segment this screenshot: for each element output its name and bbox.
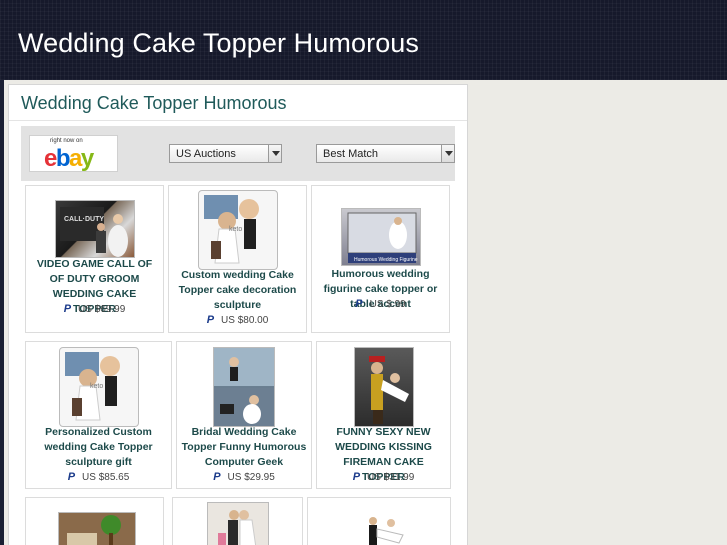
- svg-text:Humorous Wedding Figurine: Humorous Wedding Figurine: [354, 257, 418, 263]
- listing-card[interactable]: keto Custom wedding Cake Topper cake dec…: [168, 185, 307, 333]
- ebay-logo-link[interactable]: right now on ebay: [29, 135, 118, 172]
- dancing-couple-image: [369, 517, 404, 545]
- listing-title[interactable]: Personalized Custom wedding Cake Topper …: [30, 425, 167, 470]
- svg-text:keto: keto: [229, 226, 242, 233]
- listing-image[interactable]: keto: [59, 347, 139, 427]
- listing-price: US $29.95: [227, 472, 275, 483]
- listing-price-row: P US $31.99: [317, 471, 450, 483]
- listing-card[interactable]: Bridal Wedding Cake Topper Funny Humorou…: [176, 341, 312, 489]
- ebay-caption: right now on: [50, 138, 83, 144]
- listing-image[interactable]: [213, 347, 275, 427]
- bobblehead-couple-image: keto: [65, 352, 120, 421]
- listing-title[interactable]: Custom wedding Cake Topper cake decorati…: [173, 268, 302, 313]
- listing-price: US $80.00: [221, 315, 269, 326]
- ebay-logo: ebay: [44, 145, 94, 172]
- chevron-down-icon[interactable]: [441, 145, 454, 162]
- chevron-down-icon[interactable]: [268, 145, 281, 162]
- listing-price: US $.99: [369, 299, 406, 310]
- bobblehead-couple-image: keto: [204, 195, 259, 264]
- kissing-couple-image: [218, 510, 257, 545]
- panel-title: Wedding Cake Topper Humorous: [21, 93, 287, 113]
- listing-image[interactable]: [58, 512, 136, 545]
- listing-price-row: P US $85.65: [26, 471, 171, 483]
- listing-image[interactable]: keto: [198, 190, 278, 270]
- paypal-icon: P: [63, 303, 72, 315]
- paypal-icon: P: [67, 471, 76, 483]
- site-header: Wedding Cake Topper Humorous: [0, 0, 727, 80]
- call-of-duty-topper-image: CALL·DUTY: [60, 207, 128, 257]
- paypal-icon: P: [352, 471, 361, 483]
- svg-text:CALL·DUTY: CALL·DUTY: [64, 216, 104, 223]
- paypal-icon: P: [355, 298, 363, 310]
- paypal-icon: P: [213, 471, 221, 483]
- listing-price-row: P US $29.95: [177, 471, 311, 483]
- listing-price-row: P US $.99: [312, 298, 449, 310]
- figurine-box-image: Humorous Wedding Figurine: [347, 212, 418, 263]
- tree-topper-image: [59, 513, 135, 545]
- svg-text:keto: keto: [90, 383, 103, 390]
- auction-type-select[interactable]: US Auctions: [169, 144, 282, 163]
- listing-price: US $69.99: [78, 304, 126, 315]
- listing-image[interactable]: CALL·DUTY: [55, 200, 135, 258]
- listing-card[interactable]: keto Personalized Custom wedding Cake To…: [25, 341, 172, 489]
- paypal-icon: P: [206, 314, 215, 326]
- listing-card[interactable]: FUNNY SEXY NEW WEDDING KISSING FIREMAN C…: [316, 341, 451, 489]
- divider: [9, 120, 467, 121]
- listing-price: US $85.65: [82, 472, 130, 483]
- listing-toolbar: right now on ebay US Auctions Best Match: [21, 126, 455, 181]
- listing-image[interactable]: [340, 512, 420, 545]
- listing-price-row: P US $80.00: [169, 314, 306, 326]
- ebay-listings-panel: Wedding Cake Topper Humorous right now o…: [8, 84, 468, 545]
- site-title[interactable]: Wedding Cake Topper Humorous: [18, 28, 419, 59]
- listing-card[interactable]: [307, 497, 451, 545]
- auction-type-value: US Auctions: [176, 148, 236, 160]
- listing-image[interactable]: [354, 347, 414, 427]
- listing-title[interactable]: Bridal Wedding Cake Topper Funny Humorou…: [181, 425, 307, 470]
- listing-price: US $31.99: [367, 472, 415, 483]
- fireman-topper-image: [369, 356, 409, 424]
- listing-card[interactable]: Humorous Wedding Figurine Humorous weddi…: [311, 185, 450, 333]
- computer-geek-topper-image: [214, 348, 274, 426]
- listing-card[interactable]: CALL·DUTY VIDEO GAME CALL OF OF DUTY GRO…: [25, 185, 164, 333]
- sort-order-select[interactable]: Best Match: [316, 144, 455, 163]
- listing-image[interactable]: [207, 502, 269, 545]
- listing-price-row: P US $69.99: [26, 303, 163, 315]
- sort-order-value: Best Match: [323, 148, 379, 160]
- listing-image[interactable]: Humorous Wedding Figurine: [341, 208, 421, 266]
- listing-card[interactable]: [172, 497, 303, 545]
- listing-card[interactable]: [25, 497, 164, 545]
